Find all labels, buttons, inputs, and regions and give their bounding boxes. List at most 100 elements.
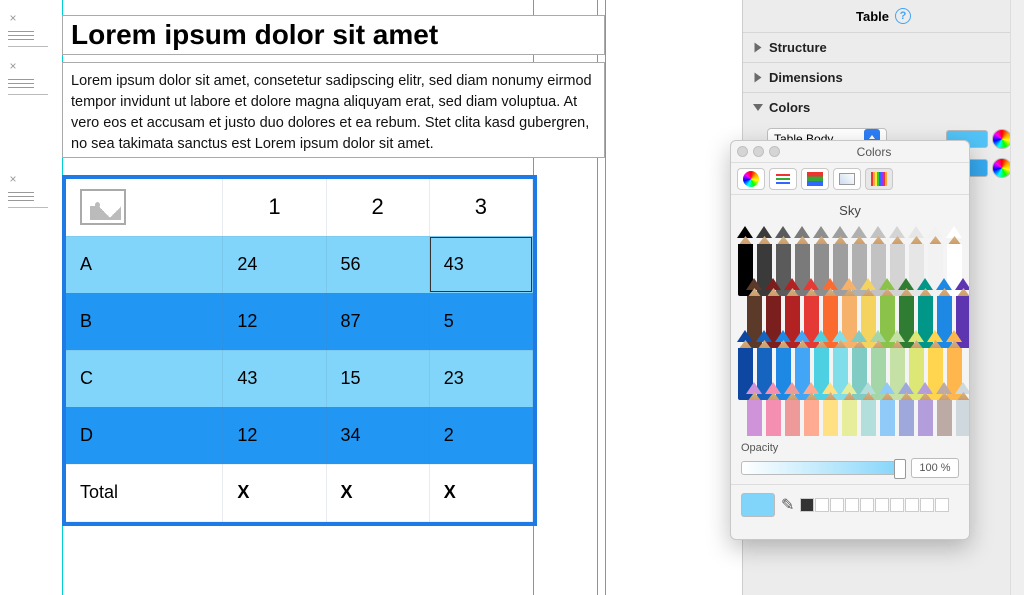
- traffic-min-icon[interactable]: [753, 146, 764, 157]
- eyedropper-icon[interactable]: ✎: [781, 495, 794, 515]
- disclosure-icon: [753, 104, 763, 111]
- tab-sliders[interactable]: [769, 168, 797, 190]
- disclosure-icon: [755, 43, 762, 53]
- tab-color-wheel[interactable]: [737, 168, 765, 190]
- table-cell[interactable]: 23: [429, 350, 532, 407]
- pencil-color[interactable]: [898, 382, 915, 436]
- color-picker-window[interactable]: Colors Sky Opacity 100 % ✎: [730, 140, 970, 540]
- slider-thumb[interactable]: [894, 459, 906, 479]
- table-cell[interactable]: 34: [326, 407, 429, 464]
- table-cell[interactable]: X: [429, 464, 532, 521]
- section-label: Dimensions: [769, 70, 843, 85]
- pencil-color[interactable]: [936, 382, 953, 436]
- pencil-grid[interactable]: [731, 226, 969, 436]
- paragraph-block[interactable]: Lorem ipsum dolor sit amet, consetetur s…: [62, 62, 605, 158]
- column-header-image[interactable]: [66, 179, 223, 236]
- pencil-color[interactable]: [860, 382, 877, 436]
- help-icon[interactable]: ?: [895, 8, 911, 24]
- pencil-color[interactable]: [879, 382, 896, 436]
- pencil-color[interactable]: [784, 382, 801, 436]
- mini-swatch[interactable]: [860, 498, 874, 512]
- opacity-value[interactable]: 100 %: [911, 458, 959, 478]
- table-cell[interactable]: 43: [223, 350, 326, 407]
- pencil-color[interactable]: [917, 382, 934, 436]
- color-wheel-icon[interactable]: [992, 158, 1012, 178]
- opacity-label: Opacity: [741, 442, 778, 454]
- color-wheel-icon[interactable]: [992, 129, 1012, 149]
- mini-swatch[interactable]: [845, 498, 859, 512]
- close-icon[interactable]: ×: [8, 62, 18, 72]
- palette-icon: [807, 172, 823, 186]
- mini-swatch[interactable]: [815, 498, 829, 512]
- section-label: Structure: [769, 40, 827, 55]
- traffic-zoom-icon[interactable]: [769, 146, 780, 157]
- tab-palettes[interactable]: [801, 168, 829, 190]
- mini-swatch[interactable]: [890, 498, 904, 512]
- table-row[interactable]: C431523: [66, 350, 533, 407]
- drag-icon[interactable]: [8, 25, 48, 47]
- window-title: Colors: [785, 145, 963, 159]
- table-cell[interactable]: 24: [223, 236, 326, 293]
- pencil-color[interactable]: [765, 382, 782, 436]
- disclosure-icon: [755, 73, 762, 83]
- table-row[interactable]: B12875: [66, 293, 533, 350]
- table-cell[interactable]: 43: [429, 236, 532, 293]
- table-cell[interactable]: 5: [429, 293, 532, 350]
- mini-swatch[interactable]: [800, 498, 814, 512]
- document-canvas[interactable]: × × × Lorem ipsum dolor sit amet Lorem i…: [0, 0, 740, 595]
- table-row[interactable]: D12342: [66, 407, 533, 464]
- table-row[interactable]: A245643: [66, 236, 533, 293]
- row-label[interactable]: Total: [66, 464, 223, 521]
- table-row-total[interactable]: TotalXXX: [66, 464, 533, 521]
- pencil-color[interactable]: [955, 382, 969, 436]
- table-cell[interactable]: 15: [326, 350, 429, 407]
- scrollbar[interactable]: [1010, 0, 1024, 595]
- pencils-icon: [871, 172, 887, 186]
- image-icon: [839, 173, 855, 185]
- table-cell[interactable]: 56: [326, 236, 429, 293]
- block-handle[interactable]: ×: [8, 175, 48, 208]
- opacity-slider[interactable]: [741, 461, 905, 475]
- table-cell[interactable]: 2: [429, 407, 532, 464]
- row-label[interactable]: D: [66, 407, 223, 464]
- data-table[interactable]: 123 A245643B12875C431523D12342TotalXXX: [66, 179, 533, 522]
- tab-image[interactable]: [833, 168, 861, 190]
- close-icon[interactable]: ×: [8, 175, 18, 185]
- current-color-swatch[interactable]: [741, 493, 775, 517]
- saved-swatches[interactable]: [800, 498, 949, 512]
- row-label[interactable]: C: [66, 350, 223, 407]
- section-colors[interactable]: Colors: [743, 92, 1024, 122]
- pencil-color[interactable]: [841, 382, 858, 436]
- titlebar[interactable]: Colors: [731, 141, 969, 163]
- block-handle[interactable]: ×: [8, 14, 48, 47]
- row-label[interactable]: B: [66, 293, 223, 350]
- section-dimensions[interactable]: Dimensions: [743, 62, 1024, 92]
- drag-icon[interactable]: [8, 186, 48, 208]
- table-cell[interactable]: X: [326, 464, 429, 521]
- table-cell[interactable]: 12: [223, 293, 326, 350]
- pencil-color[interactable]: [822, 382, 839, 436]
- table-cell[interactable]: 12: [223, 407, 326, 464]
- mini-swatch[interactable]: [830, 498, 844, 512]
- table-block[interactable]: 123 A245643B12875C431523D12342TotalXXX: [62, 175, 537, 526]
- close-icon[interactable]: ×: [8, 14, 18, 24]
- column-header[interactable]: 1: [223, 179, 326, 236]
- mini-swatch[interactable]: [920, 498, 934, 512]
- title-block[interactable]: Lorem ipsum dolor sit amet: [62, 15, 605, 55]
- table-cell[interactable]: X: [223, 464, 326, 521]
- section-structure[interactable]: Structure: [743, 32, 1024, 62]
- pencil-color[interactable]: [803, 382, 820, 436]
- table-cell[interactable]: 87: [326, 293, 429, 350]
- pencil-color[interactable]: [746, 382, 763, 436]
- traffic-close-icon[interactable]: [737, 146, 748, 157]
- mini-swatch[interactable]: [935, 498, 949, 512]
- mini-swatch[interactable]: [905, 498, 919, 512]
- column-header[interactable]: 3: [429, 179, 532, 236]
- image-placeholder-icon: [80, 189, 126, 225]
- drag-icon[interactable]: [8, 73, 48, 95]
- block-handle[interactable]: ×: [8, 62, 48, 95]
- column-header[interactable]: 2: [326, 179, 429, 236]
- row-label[interactable]: A: [66, 236, 223, 293]
- tab-pencils[interactable]: [865, 168, 893, 190]
- mini-swatch[interactable]: [875, 498, 889, 512]
